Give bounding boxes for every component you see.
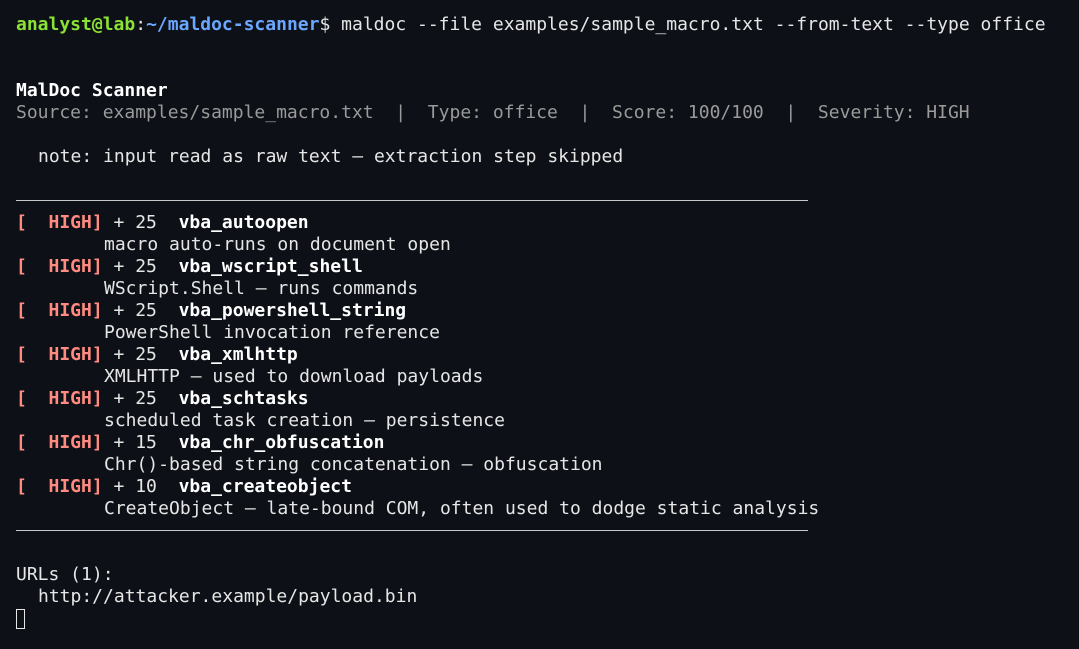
terminal-output: analyst@lab:~/maldoc-scanner$ maldoc --f… [16, 14, 1079, 630]
url-item: http://attacker.example/payload.bin [38, 586, 418, 607]
findings-list: [ HIGH] + 25 vba_autoopen macro auto-run… [16, 212, 1079, 520]
finding-rule-name: vba_chr_obfuscation [178, 432, 385, 453]
finding-description: XMLHTTP — used to download payloads [104, 366, 484, 387]
finding-rule-name: vba_autoopen [178, 212, 309, 233]
finding-description: CreateObject — late-bound COM, often use… [104, 498, 820, 519]
top-divider [16, 190, 1079, 212]
terminal-cursor[interactable] [16, 609, 25, 629]
severity-badge: [ HIGH] [16, 300, 103, 321]
finding-header: [ HIGH] + 25 vba_xmlhttp [16, 344, 1079, 366]
cursor-line [16, 608, 1079, 630]
report-title: MalDoc Scanner [16, 80, 168, 101]
finding-rule-name: vba_wscript_shell [178, 256, 363, 277]
finding-rule-name: vba_schtasks [178, 388, 309, 409]
urls-header: URLs (1): [16, 564, 114, 585]
command-text: maldoc --file examples/sample_macro.txt … [341, 14, 1046, 35]
finding-rule-name: vba_xmlhttp [178, 344, 298, 365]
severity-badge: [ HIGH] [16, 212, 103, 233]
finding-points: + 25 [102, 256, 179, 277]
finding-points: + 25 [102, 212, 179, 233]
finding-header: [ HIGH] + 25 vba_powershell_string [16, 300, 1079, 322]
finding-rule-name: vba_createobject [178, 476, 352, 497]
severity-badge: [ HIGH] [16, 344, 103, 365]
finding-points: + 15 [102, 432, 179, 453]
finding-points: + 10 [102, 476, 179, 497]
finding-header: [ HIGH] + 15 vba_chr_obfuscation [16, 432, 1079, 454]
finding-header: [ HIGH] + 25 vba_wscript_shell [16, 256, 1079, 278]
finding-header: [ HIGH] + 25 vba_schtasks [16, 388, 1079, 410]
report-source-line: Source: examples/sample_macro.txt | Type… [16, 102, 970, 123]
prompt-separator: : [135, 14, 147, 35]
prompt-symbol: $ [319, 14, 331, 35]
prompt-path: ~/maldoc-scanner [146, 14, 320, 35]
finding-points: + 25 [102, 300, 179, 321]
finding-description: macro auto-runs on document open [104, 234, 451, 255]
finding-description: Chr()-based string concatenation — obfus… [104, 454, 603, 475]
finding-header: [ HIGH] + 25 vba_autoopen [16, 212, 1079, 234]
finding-rule-name: vba_powershell_string [178, 300, 407, 321]
finding-description: PowerShell invocation reference [104, 322, 440, 343]
report-note: note: input read as raw text — extractio… [38, 146, 624, 167]
finding-points: + 25 [102, 388, 179, 409]
finding-description: scheduled task creation — persistence [104, 410, 505, 431]
severity-badge: [ HIGH] [16, 476, 103, 497]
bottom-divider [16, 520, 1079, 542]
severity-badge: [ HIGH] [16, 256, 103, 277]
finding-header: [ HIGH] + 10 vba_createobject [16, 476, 1079, 498]
severity-badge: [ HIGH] [16, 388, 103, 409]
command-prompt-line: analyst@lab:~/maldoc-scanner$ maldoc --f… [16, 14, 1079, 36]
finding-points: + 25 [102, 344, 179, 365]
prompt-user-host: analyst@lab [16, 14, 136, 35]
severity-badge: [ HIGH] [16, 432, 103, 453]
finding-description: WScript.Shell — runs commands [104, 278, 419, 299]
